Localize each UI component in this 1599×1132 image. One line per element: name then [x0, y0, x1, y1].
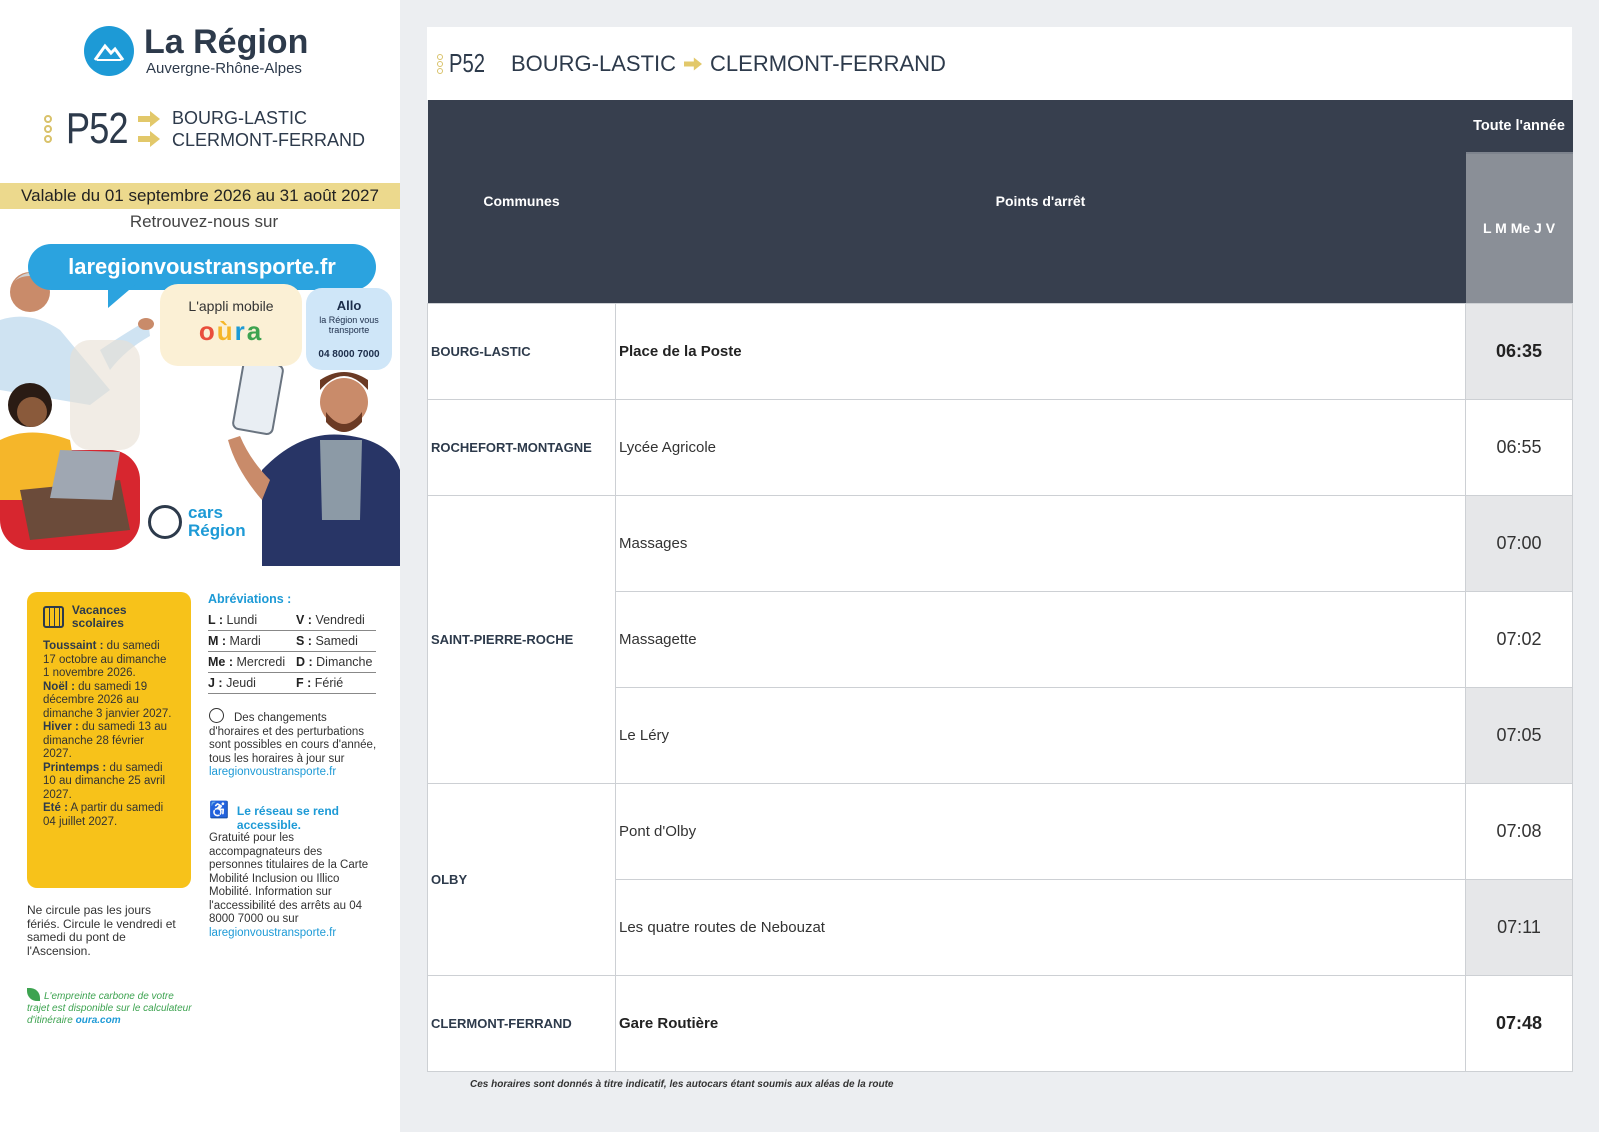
- app-name: oùra: [198, 316, 264, 346]
- days-header: L M Me J V: [1465, 153, 1573, 303]
- table-row: BOURG-LASTIC Place de la Poste 06:35: [427, 302, 1573, 400]
- accessibility-note: ♿ Le réseau se rend accessible. Gratuité…: [209, 802, 379, 940]
- abbreviations: Abréviations : L : Lundi V : Vendredi M :…: [208, 592, 376, 694]
- wheelchair-icon: ♿: [209, 802, 229, 819]
- commune-cell: OLBY: [427, 782, 616, 976]
- table-row: ROCHEFORT-MONTAGNE Lycée Agricole 06:55: [427, 398, 1573, 496]
- holiday-item: Hiver : du samedi 13 au dimanche 28 févr…: [43, 721, 168, 760]
- stop-cell: Place de la Poste: [615, 302, 1466, 400]
- oura-link[interactable]: oura.com: [76, 1015, 121, 1026]
- line-destination-1: BOURG-LASTIC: [172, 108, 308, 128]
- abbreviations-title: Abréviations :: [208, 592, 292, 606]
- line-dots-icon: [437, 53, 445, 74]
- commune-cell: CLERMONT-FERRAND: [427, 974, 616, 1072]
- stop-cell: Les quatre routes de Nebouzat: [615, 878, 1466, 976]
- time-cell: 07:08: [1465, 782, 1573, 880]
- timetable-destination: CLERMONT-FERRAND: [710, 50, 946, 76]
- table-row: OLBY Pont d'Olby 07:08: [427, 782, 1573, 976]
- calendar-icon: [43, 606, 64, 628]
- timetable: P52 BOURG-LASTIC CLERMONT-FERRAND Commun…: [427, 27, 1573, 1090]
- stop-cell: Massagette: [615, 590, 1466, 688]
- changes-link[interactable]: laregionvoustransporte.fr: [209, 766, 336, 778]
- table-row: SAINT-PIERRE-ROCHE Massages 07:00: [427, 494, 1573, 784]
- arrow-right-icon: [684, 56, 703, 71]
- stop-cell: Massages: [615, 494, 1466, 592]
- timetable-origin: BOURG-LASTIC: [511, 50, 677, 76]
- time-cell: 06:55: [1465, 398, 1573, 496]
- line-number: P52: [66, 104, 129, 153]
- abbreviation-row: J : Jeudi F : Férié: [208, 673, 376, 694]
- region-logo-icon: [84, 26, 134, 76]
- holiday-item: Noël : du samedi 19 décembre 2026 au dim…: [43, 680, 172, 720]
- promo-illustration: laregionvoustransporte.fr L'appli mobile…: [0, 240, 400, 566]
- abbreviation-row: M : Mardi S : Samedi: [208, 631, 376, 652]
- timetable-line-number: P52: [449, 48, 486, 78]
- stop-cell: Pont d'Olby: [615, 782, 1466, 880]
- changes-note: Des changements d'horaires et des pertur…: [209, 708, 379, 780]
- cars-label-2: Région: [188, 521, 246, 540]
- cars-label-1: cars: [188, 503, 223, 522]
- allo-subtitle: la Région vous transporte: [319, 315, 379, 335]
- accessibility-title: Le réseau se rend accessible.: [236, 804, 339, 832]
- line-heading: P52 BOURG-LASTIC CLERMONT-FERRAND: [42, 104, 365, 154]
- circulation-note: Ne circule pas les jours fériés. Circule…: [27, 903, 176, 958]
- stop-cell: Le Léry: [615, 686, 1466, 784]
- communes-header: Communes: [427, 100, 616, 303]
- table-row: CLERMONT-FERRAND Gare Routière 07:48: [427, 974, 1573, 1072]
- holiday-item: Toussaint : du samedi 17 octobre au dima…: [43, 640, 167, 679]
- time-cell: 06:35: [1465, 302, 1573, 400]
- leaf-icon: [27, 988, 40, 1001]
- stop-cell: Gare Routière: [615, 974, 1466, 1072]
- timetable-header: P52 BOURG-LASTIC CLERMONT-FERRAND: [427, 27, 1572, 100]
- allo-title: Allo: [336, 298, 362, 313]
- time-cell: 07:02: [1465, 590, 1573, 688]
- time-cell: 07:48: [1465, 974, 1573, 1072]
- find-us-label: Retrouvez-nous sur: [129, 212, 279, 231]
- stops-header: Points d'arrêt: [615, 100, 1466, 303]
- commune-cell: SAINT-PIERRE-ROCHE: [427, 494, 616, 784]
- commune-cell: BOURG-LASTIC: [427, 302, 616, 400]
- abbreviation-row: Me : Mercredi D : Dimanche: [208, 652, 376, 673]
- stop-cell: Lycée Agricole: [615, 398, 1466, 496]
- schedule-table: Communes Points d'arrêt Toute l'année L …: [427, 100, 1573, 1072]
- time-cell: 07:05: [1465, 686, 1573, 784]
- cars-region-logo: cars Région: [148, 504, 246, 540]
- region-logo: La Région Auvergne-Rhône-Alpes: [84, 24, 308, 78]
- holiday-item: Eté : A partir du samedi 04 juillet 2027…: [43, 802, 164, 828]
- arrow-right-icon: [138, 131, 160, 147]
- line-dots-icon: [42, 115, 54, 143]
- brand-title: La Région: [144, 23, 309, 61]
- bubble-tail: [108, 284, 136, 308]
- school-holidays-box: Vacances scolaires Toussaint : du samedi…: [27, 592, 191, 888]
- clock-icon: [209, 708, 224, 723]
- allo-bubble[interactable]: Allo la Région vous transporte 04 8000 7…: [306, 288, 392, 370]
- abbreviation-row: L : Lundi V : Vendredi: [208, 610, 376, 631]
- validity-banner: Valable du 01 septembre 2026 au 31 août …: [0, 183, 400, 209]
- cars-region-icon: [148, 505, 182, 539]
- carbon-note: L'empreinte carbone de votre trajet est …: [27, 988, 197, 1027]
- info-panel: La Région Auvergne-Rhône-Alpes P52 BOURG…: [0, 0, 400, 1132]
- accessibility-link[interactable]: laregionvoustransporte.fr: [209, 927, 336, 939]
- arrow-right-icon: [138, 111, 160, 127]
- line-destination-2: CLERMONT-FERRAND: [172, 130, 366, 150]
- commune-cell: ROCHEFORT-MONTAGNE: [427, 398, 616, 496]
- period-header: Toute l'année: [1465, 100, 1573, 154]
- app-label: L'appli mobile: [188, 298, 274, 314]
- allo-phone: 04 8000 7000: [318, 349, 380, 360]
- disclaimer: Ces horaires sont donnés à titre indicat…: [470, 1078, 894, 1090]
- holidays-title: Vacances scolaires: [71, 603, 127, 630]
- time-cell: 07:11: [1465, 878, 1573, 976]
- timetable-page: La Région Auvergne-Rhône-Alpes P52 BOURG…: [0, 0, 1599, 1132]
- app-bubble[interactable]: L'appli mobile oùra: [160, 284, 302, 366]
- holiday-item: Printemps : du samedi 10 au dimanche 25 …: [43, 761, 166, 801]
- time-cell: 07:00: [1465, 494, 1573, 592]
- brand-subtitle: Auvergne-Rhône-Alpes: [146, 60, 302, 77]
